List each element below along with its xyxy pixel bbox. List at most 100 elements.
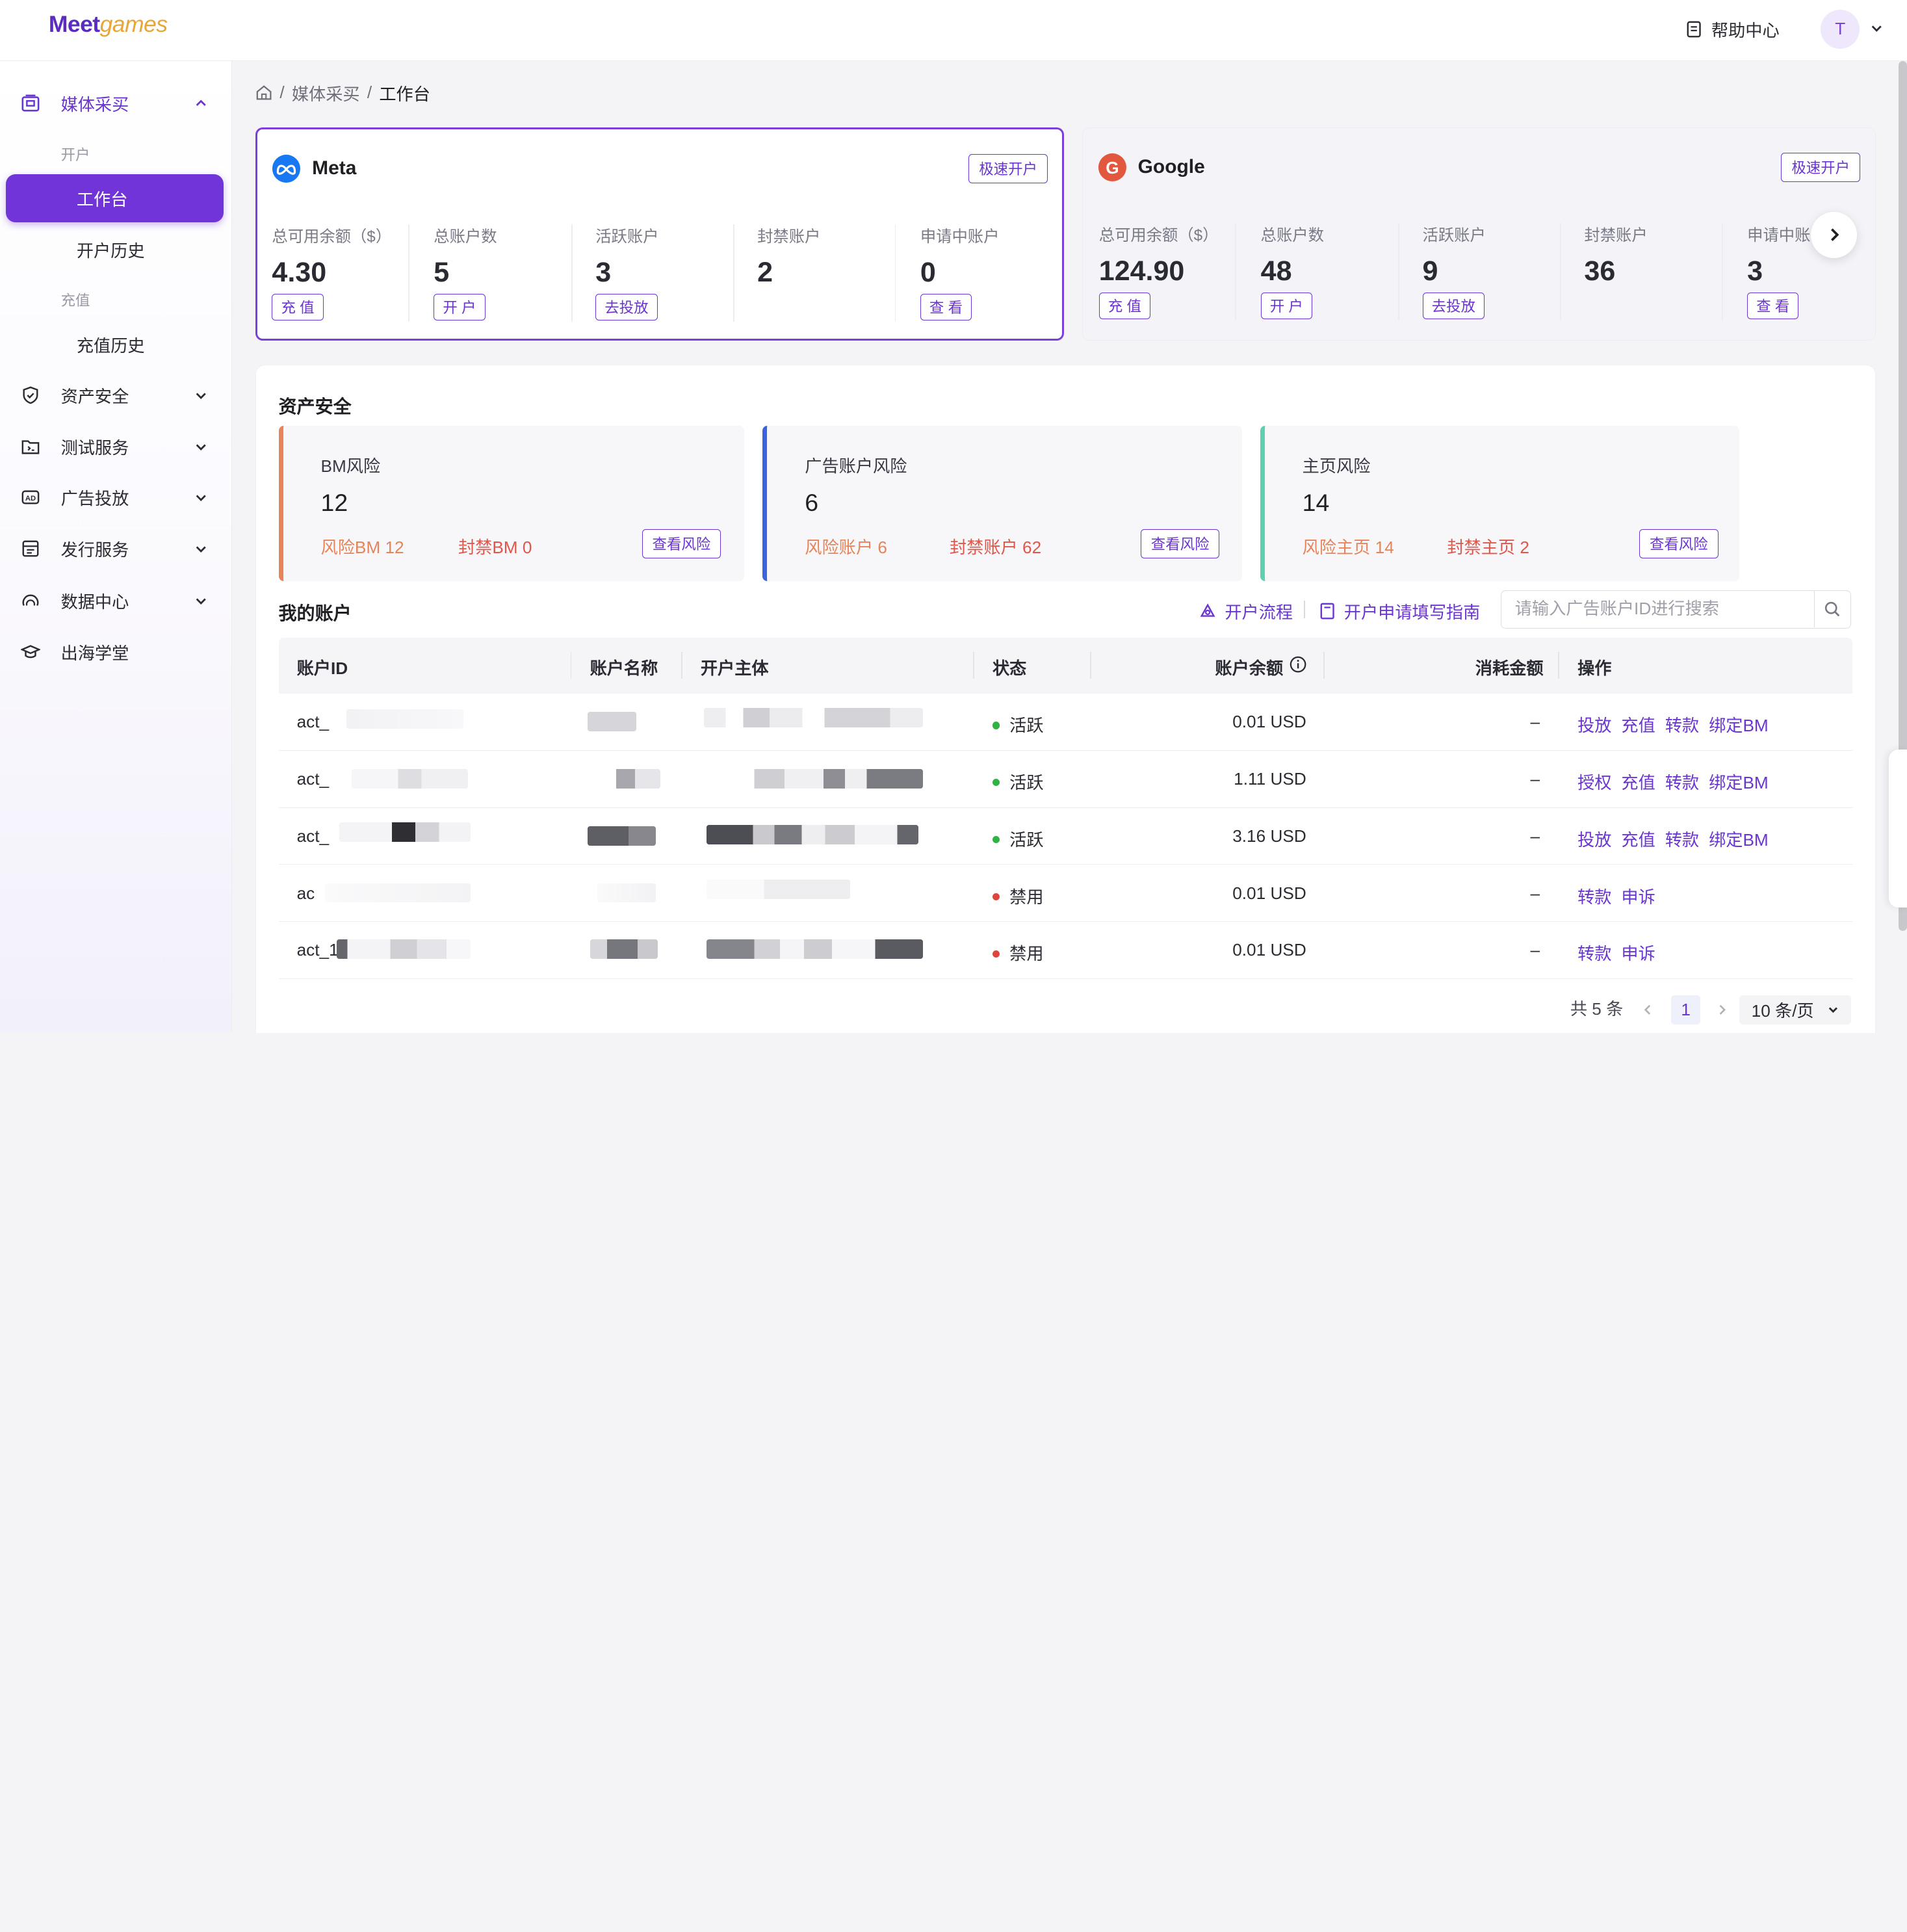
- chevron-left-icon[interactable]: [1642, 1004, 1654, 1016]
- redacted-block: [351, 768, 469, 789]
- action-bind-bm[interactable]: 绑定BM: [1709, 716, 1769, 735]
- chevron-right-icon[interactable]: [1716, 1004, 1728, 1016]
- page-size-select[interactable]: 10 条/页: [1739, 995, 1852, 1025]
- column-divider: [1323, 652, 1325, 679]
- action-deliver[interactable]: 投放: [1577, 716, 1611, 735]
- graduation-cap-icon: [20, 645, 40, 659]
- action-transfer[interactable]: 转款: [1665, 773, 1699, 792]
- floating-tools-tab[interactable]: [1889, 749, 1907, 907]
- status-dot: [992, 722, 1000, 729]
- account-id: ac: [296, 883, 315, 903]
- stat-total-balance: 总可用余额（$） 124.90 充 值: [1098, 223, 1218, 320]
- action-recharge[interactable]: 充值: [1621, 716, 1655, 735]
- platform-header: Meta: [272, 154, 356, 183]
- flow-icon: [1200, 603, 1215, 617]
- pagination-total: 共 5 条: [1570, 999, 1624, 1019]
- platform-name: Meta: [312, 157, 357, 179]
- sidebar-group-data-center[interactable]: 数据中心: [0, 577, 232, 625]
- chevron-down-icon[interactable]: [1869, 21, 1884, 35]
- sidebar-group-ad-delivery[interactable]: AD 广告投放: [0, 473, 232, 522]
- account-balance: 0.01 USD: [1232, 883, 1306, 903]
- row-actions: 转款 申诉: [1577, 883, 1665, 908]
- action-transfer[interactable]: 转款: [1577, 887, 1611, 907]
- publish-icon: [22, 540, 39, 557]
- avatar[interactable]: T: [1821, 9, 1860, 49]
- media-buy-icon: [21, 94, 40, 112]
- action-transfer[interactable]: 转款: [1665, 716, 1699, 735]
- divider: [1560, 223, 1561, 321]
- view-button[interactable]: 查 看: [920, 293, 972, 321]
- sidebar-group-media-buy[interactable]: 媒体采买: [0, 79, 232, 128]
- view-risk-button[interactable]: 查看风险: [1639, 529, 1719, 558]
- breadcrumb: / 媒体采买 / 工作台: [255, 81, 430, 105]
- account-spend: –: [1530, 883, 1540, 903]
- sidebar-group-publish-service[interactable]: 发行服务: [0, 525, 232, 573]
- action-transfer[interactable]: 转款: [1577, 944, 1611, 963]
- meta-platform-card[interactable]: Meta 极速开户 总可用余额（$） 4.30 充 值 总账户数 5 开 户 活…: [255, 127, 1065, 341]
- table-row[interactable]: act_ 活跃 3.16 USD – 投放 充值 转款 绑定BM: [278, 808, 1852, 865]
- action-deliver[interactable]: 投放: [1577, 830, 1611, 850]
- column-balance: 账户余额: [1215, 658, 1284, 678]
- column-status: 状态: [992, 658, 1027, 678]
- table-row[interactable]: act_ 活跃 0.01 USD – 投放 充值 转款 绑定BM: [278, 694, 1852, 751]
- application-guide-link[interactable]: 开户申请填写指南: [1319, 599, 1480, 623]
- view-risk-button[interactable]: 查看风险: [1140, 529, 1220, 558]
- ad-icon: AD: [21, 490, 40, 504]
- breadcrumb-parent[interactable]: 媒体采买: [292, 81, 360, 105]
- divider: [408, 224, 409, 322]
- status-label: 活跃: [992, 769, 1044, 794]
- action-recharge[interactable]: 充值: [1621, 830, 1655, 850]
- redacted-block: [707, 768, 924, 789]
- table-row[interactable]: act_ 活跃 1.11 USD – 授权 充值 转款 绑定BM: [278, 751, 1852, 808]
- quick-open-account-button[interactable]: 极速开户: [968, 153, 1048, 183]
- table-row[interactable]: act_1 禁用 0.01 USD – 转款 申诉: [278, 922, 1852, 980]
- action-authorize[interactable]: 授权: [1577, 773, 1611, 792]
- chevron-down-icon: [196, 598, 206, 605]
- recharge-button[interactable]: 充 值: [272, 293, 324, 321]
- chevron-right-icon: [1830, 228, 1839, 241]
- info-icon[interactable]: [1290, 656, 1306, 673]
- table-row[interactable]: ac 禁用 0.01 USD – 转款 申诉: [278, 865, 1852, 922]
- google-platform-card[interactable]: G Google 极速开户 总可用余额（$） 124.90 充 值 总账户数 4…: [1082, 127, 1876, 341]
- go-deliver-button[interactable]: 去投放: [1422, 292, 1485, 320]
- action-appeal[interactable]: 申诉: [1621, 944, 1655, 963]
- logo[interactable]: Meetgames: [49, 11, 168, 38]
- open-account-button[interactable]: 开 户: [1260, 292, 1312, 320]
- action-transfer[interactable]: 转款: [1665, 830, 1699, 850]
- quick-open-account-button[interactable]: 极速开户: [1781, 152, 1861, 182]
- open-account-button[interactable]: 开 户: [434, 293, 486, 321]
- help-center-link[interactable]: 帮助中心: [1686, 17, 1780, 42]
- sidebar-item-workbench[interactable]: 工作台: [6, 174, 224, 223]
- row-actions: 投放 充值 转款 绑定BM: [1577, 826, 1778, 851]
- action-recharge[interactable]: 充值: [1621, 773, 1655, 792]
- search-button[interactable]: [1813, 590, 1850, 627]
- go-deliver-button[interactable]: 去投放: [595, 293, 658, 321]
- sidebar-item-recharge-history[interactable]: 充值历史: [6, 320, 224, 369]
- row-actions: 授权 充值 转款 绑定BM: [1577, 769, 1778, 794]
- account-balance: 0.01 USD: [1232, 711, 1306, 731]
- redacted-block: [339, 822, 471, 842]
- page-risk-card: 主页风险 14 风险主页 14 封禁主页 2 查看风险: [1260, 425, 1739, 582]
- recharge-button[interactable]: 充 值: [1098, 292, 1151, 320]
- action-bind-bm[interactable]: 绑定BM: [1709, 830, 1769, 850]
- account-search-input[interactable]: [1501, 590, 1813, 627]
- sidebar-group-asset-security[interactable]: 资产安全: [0, 371, 232, 420]
- account-id: act_: [296, 711, 330, 731]
- sidebar-group-academy[interactable]: 出海学堂: [0, 628, 232, 677]
- action-bind-bm[interactable]: 绑定BM: [1709, 773, 1769, 792]
- carousel-next-button[interactable]: [1811, 211, 1858, 258]
- sidebar-group-label: 资产安全: [60, 387, 129, 407]
- redacted-block: [324, 883, 471, 903]
- svg-text:G: G: [1106, 158, 1119, 177]
- view-risk-button[interactable]: 查看风险: [642, 529, 721, 558]
- page-number-button[interactable]: 1: [1671, 995, 1701, 1025]
- divider: [1235, 223, 1237, 321]
- page: Meetgames 帮助中心 T 媒体采买 开户 工作台 开户历史 充值 充值历…: [0, 0, 1907, 1033]
- account-id: act_1: [296, 940, 339, 960]
- view-button[interactable]: 查 看: [1747, 292, 1799, 320]
- home-icon[interactable]: [255, 84, 272, 101]
- sidebar-group-test-service[interactable]: 测试服务: [0, 422, 232, 471]
- open-account-flow-link[interactable]: 开户流程: [1199, 599, 1293, 623]
- action-appeal[interactable]: 申诉: [1621, 887, 1655, 907]
- sidebar-item-open-history[interactable]: 开户历史: [6, 225, 224, 274]
